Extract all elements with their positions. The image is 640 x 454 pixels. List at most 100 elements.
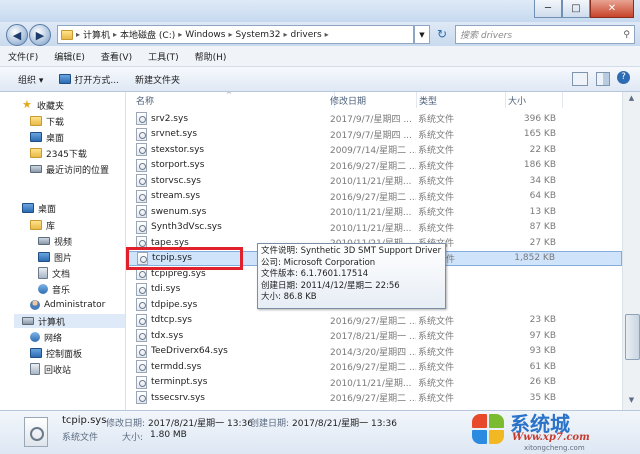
details-size-value: 1.80 MB — [150, 430, 187, 440]
file-name-cell: tdx.sys — [136, 329, 183, 343]
file-size: 27 KB — [529, 237, 556, 248]
file-date: 2010/11/21/星期... — [330, 208, 412, 219]
address-bar[interactable]: ▸ 计算机 ▸ 本地磁盘 (C:) ▸ Windows ▸ System32 ▸… — [57, 25, 414, 44]
table-row[interactable]: srvnet.sys 2017/9/7/星期四 ... 系统文件 165 KB — [126, 127, 622, 143]
file-size: 93 KB — [529, 346, 556, 357]
file-name: tdi.sys — [151, 284, 181, 295]
table-row[interactable]: storport.sys 2016/9/27/星期二 ... 系统文件 186 KB — [126, 158, 622, 174]
nav-label: 计算机 — [38, 317, 66, 328]
file-name: TeeDriverx64.sys — [151, 346, 228, 357]
nav-music[interactable]: 音乐 — [38, 282, 70, 296]
nav-desktop[interactable]: 桌面 — [22, 201, 56, 215]
table-row[interactable]: stexstor.sys 2009/7/14/星期二 ... 系统文件 22 KB — [126, 142, 622, 158]
nav-label: 2345下载 — [46, 149, 87, 160]
system-file-icon — [136, 329, 147, 343]
view-options-icon[interactable] — [572, 72, 588, 86]
breadcrumb-drivers[interactable]: drivers — [288, 30, 325, 40]
file-name: storport.sys — [151, 160, 205, 171]
search-placeholder: 搜索 drivers — [460, 31, 513, 41]
nav-favorites[interactable]: ★ 收藏夹 — [22, 98, 64, 112]
chevron-down-icon: ▼ — [419, 30, 425, 39]
column-header-type[interactable]: 类型 — [415, 92, 506, 108]
help-icon[interactable]: ? — [617, 71, 630, 84]
nav-recycle-bin[interactable]: 回收站 — [30, 362, 71, 376]
sort-arrow-icon: ^ — [226, 92, 232, 99]
nav-videos[interactable]: 视频 — [38, 234, 72, 248]
title-bar: ─ □ ✕ — [0, 0, 640, 22]
maximize-button[interactable]: □ — [562, 0, 590, 18]
nav-pictures[interactable]: 图片 — [38, 250, 72, 264]
scroll-up-icon[interactable]: ▲ — [625, 94, 638, 106]
back-button[interactable]: ◀ — [6, 24, 28, 46]
network-icon — [30, 332, 40, 342]
file-size: 1,852 KB — [514, 253, 555, 264]
column-label: 大小 — [508, 96, 527, 107]
table-row[interactable]: terminpt.sys 2010/11/21/星期... 系统文件 26 KB — [126, 375, 622, 391]
nav-label: 桌面 — [38, 204, 57, 215]
search-icon[interactable]: ⚲ — [623, 30, 630, 40]
menu-help[interactable]: 帮助(H) — [187, 50, 235, 63]
nav-administrator[interactable]: Administrator — [30, 298, 105, 312]
menu-edit[interactable]: 编辑(E) — [46, 50, 93, 63]
system-file-icon — [136, 313, 147, 327]
menu-tools[interactable]: 工具(T) — [140, 50, 187, 63]
table-row[interactable]: storvsc.sys 2010/11/21/星期... 系统文件 34 KB — [126, 173, 622, 189]
preview-pane-icon[interactable] — [596, 72, 610, 86]
file-name: terminpt.sys — [151, 377, 208, 388]
table-row[interactable]: tdtcp.sys 2016/9/27/星期二 ... 系统文件 23 KB — [126, 313, 622, 329]
refresh-button[interactable]: ↻ — [433, 25, 451, 42]
minimize-button[interactable]: ─ — [534, 0, 562, 18]
nav-downloads[interactable]: 下载 — [30, 114, 64, 128]
column-header-date[interactable]: 修改日期 — [326, 92, 417, 108]
nav-computer[interactable]: 计算机 — [14, 314, 125, 328]
scroll-thumb[interactable] — [625, 314, 640, 360]
open-with-label: 打开方式... — [74, 75, 119, 86]
system-file-icon — [136, 174, 147, 188]
column-header-size[interactable]: 大小 — [504, 92, 563, 108]
desktop-icon — [22, 203, 34, 213]
open-with-button[interactable]: 打开方式... — [51, 73, 127, 86]
video-icon — [38, 237, 50, 245]
nav-network[interactable]: 网络 — [30, 330, 62, 344]
table-row[interactable]: srv2.sys 2017/9/7/星期四 ... 系统文件 396 KB — [126, 111, 622, 127]
nav-library[interactable]: 库 — [30, 218, 55, 232]
nav-desktop-fav[interactable]: 桌面 — [30, 130, 64, 144]
table-row[interactable]: swenum.sys 2010/11/21/星期... 系统文件 13 KB — [126, 204, 622, 220]
nav-recent-places[interactable]: 最近访问的位置 — [30, 162, 109, 176]
table-row[interactable]: tssecsrv.sys 2016/9/27/星期二 ... 系统文件 35 KB — [126, 390, 622, 406]
address-dropdown-button[interactable]: ▼ — [414, 25, 430, 44]
close-button[interactable]: ✕ — [590, 0, 634, 18]
file-date: 2017/9/7/星期四 ... — [330, 115, 412, 126]
table-row[interactable]: Synth3dVsc.sys 2010/11/21/星期... 系统文件 87 KB — [126, 220, 622, 236]
table-row[interactable]: stream.sys 2016/9/27/星期二 ... 系统文件 64 KB — [126, 189, 622, 205]
file-name-cell: Synth3dVsc.sys — [136, 220, 222, 234]
file-type: 系统文件 — [418, 223, 455, 234]
nav-control-panel[interactable]: 控制面板 — [30, 346, 82, 360]
breadcrumb-system32[interactable]: System32 — [232, 30, 283, 40]
table-row[interactable]: tdx.sys 2017/8/21/星期一 ... 系统文件 97 KB — [126, 328, 622, 344]
file-type: 系统文件 — [418, 208, 455, 219]
nav-documents[interactable]: 文档 — [38, 266, 70, 280]
breadcrumb-local-disk[interactable]: 本地磁盘 (C:) — [117, 28, 178, 41]
forward-button[interactable]: ▶ — [29, 24, 51, 46]
vertical-scrollbar[interactable]: ▲ ▼ — [622, 92, 640, 410]
breadcrumb-computer[interactable]: 计算机 — [80, 28, 113, 41]
file-name: tdpipe.sys — [151, 299, 198, 310]
table-row[interactable]: termdd.sys 2016/9/27/星期二 ... 系统文件 61 KB — [126, 359, 622, 375]
menu-view[interactable]: 查看(V) — [93, 50, 140, 63]
table-row[interactable]: TeeDriverx64.sys 2014/3/20/星期四 ... 系统文件 93 … — [126, 344, 622, 360]
breadcrumb-windows[interactable]: Windows — [182, 30, 228, 40]
file-name-cell: termdd.sys — [136, 360, 202, 374]
file-name-cell: terminpt.sys — [136, 375, 208, 389]
refresh-icon: ↻ — [436, 26, 448, 41]
nav-2345-downloads[interactable]: 2345下载 — [30, 146, 87, 160]
file-name-cell: tdpipe.sys — [136, 298, 198, 312]
organize-button[interactable]: 组织 ▾ — [0, 73, 51, 86]
menu-file[interactable]: 文件(F) — [0, 50, 46, 63]
system-file-icon — [136, 189, 147, 203]
scroll-down-icon[interactable]: ▼ — [625, 396, 638, 408]
file-name: termdd.sys — [151, 361, 202, 372]
search-input[interactable]: 搜索 drivers ⚲ — [455, 25, 635, 44]
new-folder-button[interactable]: 新建文件夹 — [127, 73, 188, 86]
system-file-icon — [136, 127, 147, 141]
